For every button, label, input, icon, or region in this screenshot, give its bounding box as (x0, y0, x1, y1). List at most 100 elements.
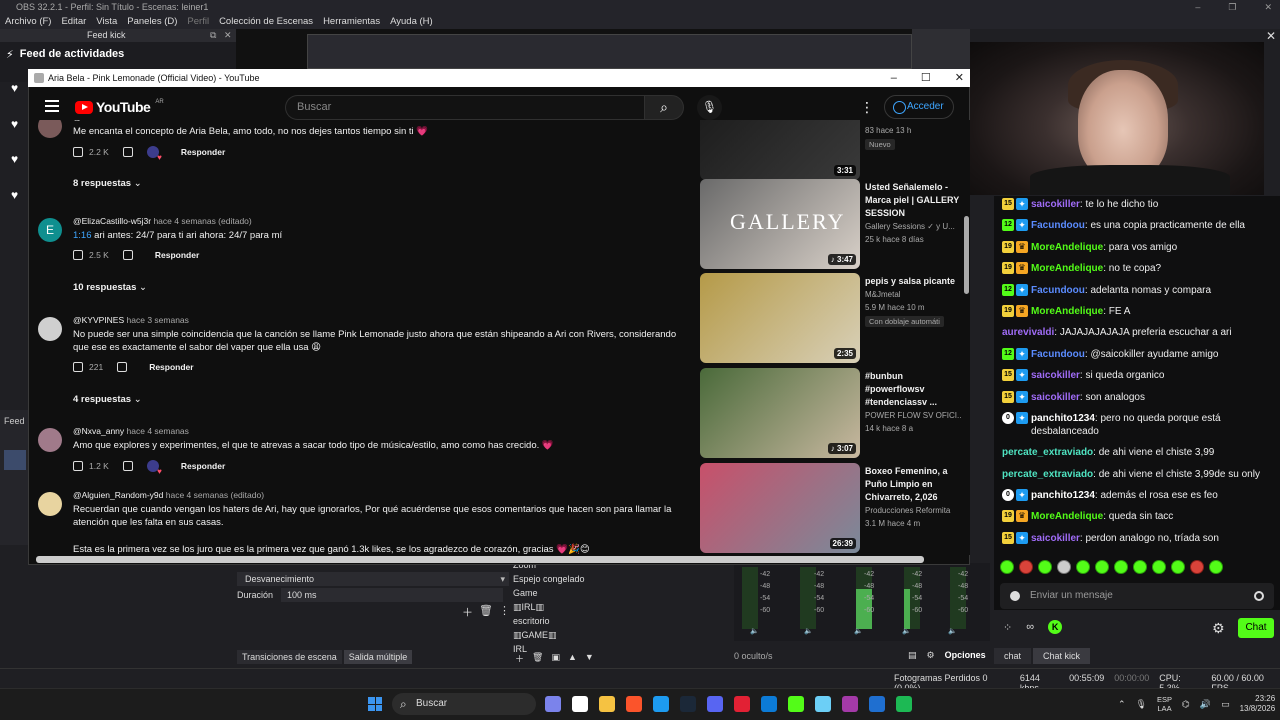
emote-icon[interactable] (1019, 560, 1033, 574)
video-thumbnail[interactable]: ♪ 3:07 (700, 368, 860, 458)
emote-picker-icon[interactable] (1254, 591, 1264, 601)
reply-button[interactable]: Responder (149, 362, 193, 372)
source-item[interactable]: ▥IRL▥ (513, 600, 728, 614)
taskbar-app-icon[interactable] (680, 696, 696, 712)
video-card[interactable]: 26:39 Boxeo Femenino, a Puño Limpio en Ch… (700, 463, 962, 553)
video-title[interactable]: #bunbun #powerflowsv #tendenciassv ... (865, 370, 960, 409)
float-icon[interactable]: ⧉ (210, 29, 216, 42)
video-thumbnail[interactable]: GALLERY ♪ 3:47 (700, 179, 860, 269)
dislike-icon[interactable] (117, 362, 128, 372)
chat-username[interactable]: aurevivaldi (1002, 327, 1054, 338)
like-icon[interactable] (73, 147, 83, 157)
youtube-logo[interactable]: YouTube AR (75, 99, 164, 115)
taskbar-app-icon[interactable] (707, 696, 723, 712)
taskbar-app-icon[interactable] (626, 696, 642, 712)
emote-icon[interactable] (1000, 560, 1014, 574)
comment-author[interactable]: @... (73, 120, 89, 122)
close-icon[interactable]: ✕ (1264, 0, 1272, 14)
dock-tab[interactable]: Salida múltiple (343, 650, 413, 664)
taskbar-app-icon[interactable] (896, 696, 912, 712)
chat-username[interactable]: Facundoou (1031, 220, 1085, 231)
taskbar-app-icon[interactable] (734, 696, 750, 712)
timestamp-link[interactable]: 1:16 (73, 230, 92, 241)
reply-button[interactable]: Responder (155, 250, 199, 260)
taskbar-app-icon[interactable] (761, 696, 777, 712)
dislike-icon[interactable] (122, 461, 133, 471)
speaker-icon[interactable]: 🔈 (750, 627, 759, 635)
taskbar-app-icon[interactable] (788, 696, 804, 712)
video-channel[interactable]: M&Jmetal (865, 290, 901, 299)
more-icon[interactable]: ⋮ (499, 604, 510, 620)
source-item[interactable]: Espejo congelado (513, 572, 728, 586)
chat-username[interactable]: panchito1234 (1031, 490, 1095, 501)
maximize-icon[interactable]: ☐ (921, 69, 931, 87)
add-icon[interactable]: ＋ (515, 652, 524, 665)
chat-username[interactable]: Facundoou (1031, 285, 1085, 296)
video-card[interactable]: 2:35 pepis y salsa picante M&Jmetal 5.9 M h… (700, 273, 962, 363)
taskbar-app-icon[interactable] (653, 696, 669, 712)
emote-icon[interactable] (1076, 560, 1090, 574)
network-icon[interactable]: ⌬ (1182, 699, 1190, 710)
taskbar-app-icon[interactable] (572, 696, 588, 712)
chat-username[interactable]: panchito1234 (1031, 413, 1095, 424)
menu-item[interactable]: Paneles (D) (127, 14, 177, 29)
chat-username[interactable]: MoreAndelique (1031, 263, 1103, 274)
trash-icon[interactable]: 🗑 (479, 604, 493, 620)
reply-button[interactable]: Responder (181, 461, 225, 471)
down-icon[interactable]: ▼ (585, 652, 594, 665)
speaker-icon[interactable]: 🔈 (948, 627, 957, 635)
clock[interactable]: 23:26 13/8/2026 (1240, 694, 1276, 714)
source-item[interactable]: escritorio (513, 614, 728, 628)
video-thumbnail[interactable]: 2:35 (700, 273, 860, 363)
video-thumbnail[interactable]: 26:39 (700, 463, 860, 553)
layout-icon[interactable]: ▤ (908, 650, 917, 661)
signin-button[interactable]: Acceder (884, 95, 954, 119)
settings-gear-icon[interactable]: ⚙ (1212, 620, 1225, 637)
menu-item[interactable]: Perfil (187, 14, 209, 29)
emote-icon[interactable] (1152, 560, 1166, 574)
emote-icon[interactable] (1133, 560, 1147, 574)
video-channel[interactable]: POWER FLOW SV OFICI... (865, 411, 962, 420)
avatar[interactable] (38, 120, 62, 138)
like-icon[interactable] (73, 362, 83, 372)
duration-input[interactable]: 100 ms (281, 588, 504, 602)
more-icon[interactable]: ⋮ (860, 99, 874, 116)
video-title[interactable]: Boxeo Femenino, a Puño Limpio en Chivarr… (865, 465, 960, 504)
transition-select[interactable]: Desvanecimiento (237, 572, 509, 586)
mic-tray-icon[interactable]: 🎙 (1136, 699, 1147, 710)
search-icon[interactable]: ⌕ (644, 95, 684, 120)
emote-icon[interactable] (1171, 560, 1185, 574)
battery-icon[interactable]: ▭ (1221, 699, 1230, 710)
emote-icon[interactable] (1038, 560, 1052, 574)
volume-icon[interactable]: 🔊 (1200, 699, 1211, 710)
minimize-icon[interactable]: – (1195, 0, 1200, 14)
emote-icon[interactable] (1190, 560, 1204, 574)
maximize-icon[interactable]: ❐ (1228, 0, 1236, 14)
chat-tab[interactable]: chat (994, 648, 1032, 664)
comment-author[interactable]: @Alguien_Random-y9d (73, 490, 163, 500)
taskbar-app-icon[interactable] (869, 696, 885, 712)
taskbar-app-icon[interactable] (599, 696, 615, 712)
taskbar-search[interactable]: Buscar (392, 693, 536, 715)
close-dock-icon[interactable]: ✕ (224, 29, 232, 42)
avatar[interactable]: E (38, 218, 62, 242)
chat-username[interactable]: Facundoou (1031, 349, 1085, 360)
chat-username[interactable]: MoreAndelique (1031, 242, 1103, 253)
gear-icon[interactable]: ⚙ (927, 650, 935, 661)
emote-icon[interactable] (1095, 560, 1109, 574)
chat-username[interactable]: MoreAndelique (1031, 306, 1103, 317)
avatar[interactable] (38, 492, 62, 516)
speaker-icon[interactable]: 🔈 (854, 627, 863, 635)
chat-username[interactable]: saicokiller (1031, 199, 1080, 210)
replies-toggle[interactable]: 4 respuestas (73, 394, 142, 405)
video-thumbnail[interactable]: 3:31 (700, 120, 860, 180)
chat-username[interactable]: percate_extraviado (1002, 469, 1093, 480)
comment-author[interactable]: @KYVPINES (73, 315, 124, 325)
language-indicator[interactable]: ESP LAA (1157, 695, 1172, 713)
speaker-icon[interactable]: 🔈 (902, 627, 911, 635)
filter-icon[interactable]: ▣ (551, 652, 560, 665)
taskbar-app-icon[interactable] (815, 696, 831, 712)
chat-username[interactable]: percate_extraviado (1002, 447, 1093, 458)
speaker-icon[interactable]: 🔈 (804, 627, 813, 635)
reply-button[interactable]: Responder (181, 147, 225, 157)
